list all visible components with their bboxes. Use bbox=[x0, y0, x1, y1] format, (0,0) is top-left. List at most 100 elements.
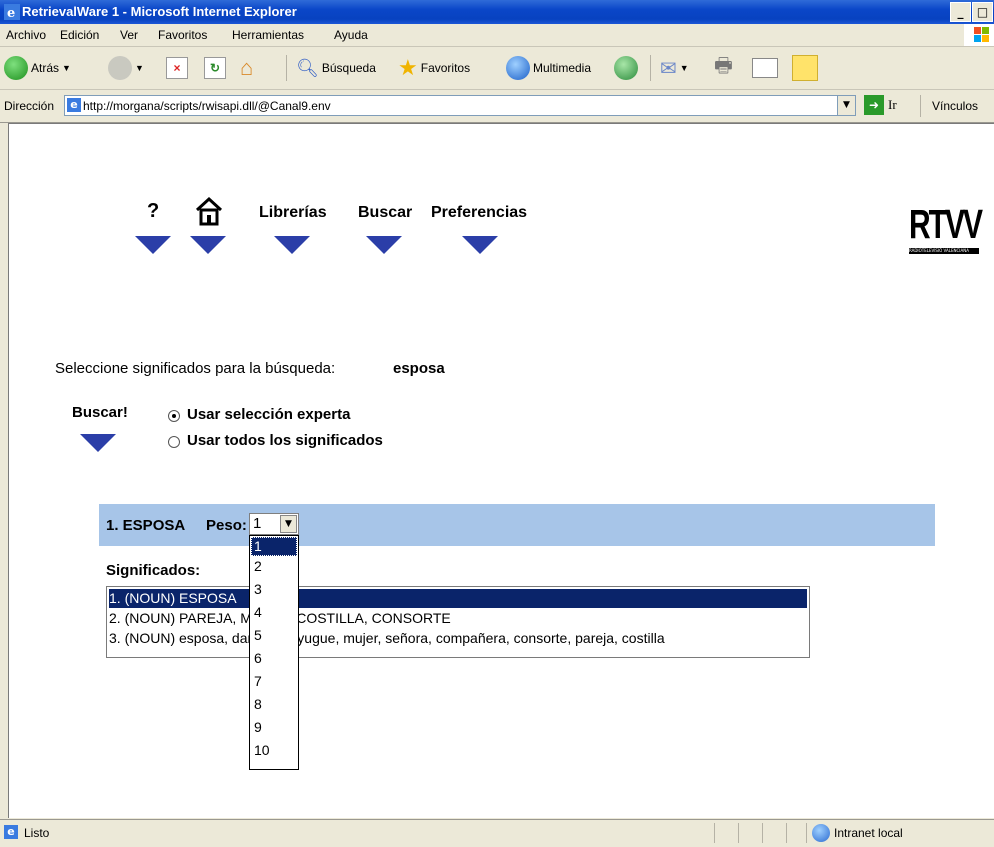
print-button[interactable]: 🖶 bbox=[714, 53, 733, 83]
libraries-arrow-icon[interactable] bbox=[274, 236, 310, 254]
list-item[interactable]: 3. (NOUN) esposa, dama, cónyugue, mujer,… bbox=[109, 629, 807, 648]
peso-option[interactable]: 5 bbox=[251, 626, 297, 645]
peso-option[interactable]: 9 bbox=[251, 718, 297, 737]
page-content: ? Librerías Buscar Preferencias RTVV RAD… bbox=[8, 123, 994, 818]
radio-expert[interactable] bbox=[168, 410, 180, 422]
chevron-down-icon: ▼ bbox=[135, 63, 144, 73]
menu-herramientas[interactable]: Herramientas bbox=[232, 28, 304, 42]
toolbar: Atrás ▼ ▼ × ↻ ⌂ 🔍︎ Búsqueda ★ Favoritos … bbox=[0, 47, 994, 90]
toolbar-separator bbox=[650, 55, 651, 81]
peso-option[interactable]: 1 bbox=[251, 537, 297, 556]
menu-ver[interactable]: Ver bbox=[120, 28, 138, 42]
back-button[interactable]: Atrás ▼ bbox=[4, 53, 71, 83]
peso-option[interactable]: 4 bbox=[251, 603, 297, 622]
buscar-label[interactable]: Buscar! bbox=[72, 404, 128, 421]
radio-all[interactable] bbox=[168, 436, 180, 448]
svg-text:e: e bbox=[7, 6, 15, 20]
search-button[interactable]: 🔍︎ Búsqueda bbox=[296, 53, 376, 83]
libraries-link[interactable]: Librerías bbox=[259, 204, 327, 222]
toolbar-separator bbox=[286, 55, 287, 81]
menu-edicion[interactable]: Edición bbox=[60, 28, 99, 42]
meanings-listbox[interactable]: 1. (NOUN) ESPOSA 2. (NOUN) PAREJA, MUJER… bbox=[106, 586, 810, 658]
mail-icon: ✉ bbox=[660, 57, 677, 80]
list-item[interactable]: 2. (NOUN) PAREJA, MUJER, COSTILLA, CONSO… bbox=[109, 609, 807, 628]
status-pane bbox=[738, 823, 739, 843]
globe-icon bbox=[812, 824, 830, 842]
peso-option[interactable]: 2 bbox=[251, 557, 297, 576]
mail-button[interactable]: ✉ ▼ bbox=[660, 53, 689, 83]
help-arrow-icon[interactable] bbox=[135, 236, 171, 254]
menu-archivo[interactable]: Archivo bbox=[6, 28, 46, 42]
search-label: Búsqueda bbox=[321, 61, 376, 75]
address-input[interactable]: e http://morgana/scripts/rwisapi.dll/@Ca… bbox=[64, 95, 856, 116]
maximize-button[interactable]: □ bbox=[972, 2, 993, 22]
history-button[interactable] bbox=[614, 53, 638, 83]
status-pane bbox=[714, 823, 715, 843]
address-bar: Dirección e http://morgana/scripts/rwisa… bbox=[0, 90, 994, 123]
home-icon[interactable] bbox=[194, 196, 224, 228]
peso-value: 1 bbox=[253, 515, 262, 532]
edit-icon bbox=[752, 58, 778, 78]
peso-option[interactable]: 8 bbox=[251, 695, 297, 714]
window-title: RetrievalWare 1 - Microsoft Internet Exp… bbox=[22, 4, 297, 19]
peso-option[interactable]: 6 bbox=[251, 649, 297, 668]
page-icon: e bbox=[67, 98, 81, 112]
peso-select[interactable]: 1 ▼ bbox=[249, 513, 299, 535]
links-button[interactable]: Vínculos bbox=[932, 99, 978, 113]
stop-icon: × bbox=[166, 57, 188, 79]
windows-logo-icon bbox=[964, 24, 994, 46]
list-item[interactable]: 1. (NOUN) ESPOSA bbox=[109, 589, 807, 608]
edit-button[interactable] bbox=[752, 53, 778, 83]
home-arrow-icon[interactable] bbox=[190, 236, 226, 254]
address-dropdown-icon[interactable]: ▼ bbox=[837, 96, 855, 115]
zone-text: Intranet local bbox=[834, 826, 903, 840]
meanings-label: Significados: bbox=[106, 562, 201, 579]
title-bar: e RetrievalWare 1 - Microsoft Internet E… bbox=[0, 0, 994, 24]
buscar-arrow-icon[interactable] bbox=[80, 434, 116, 452]
peso-dropdown-list: 1 2 3 4 5 6 7 8 9 10 bbox=[249, 535, 299, 770]
media-button[interactable]: Multimedia bbox=[506, 53, 591, 83]
peso-label: Peso: bbox=[206, 517, 247, 534]
refresh-icon: ↻ bbox=[204, 57, 226, 79]
preferences-arrow-icon[interactable] bbox=[462, 236, 498, 254]
status-pane bbox=[806, 823, 807, 843]
page-status-icon: e bbox=[4, 825, 18, 839]
search-icon: 🔍︎ bbox=[296, 57, 319, 78]
search-link[interactable]: Buscar bbox=[358, 204, 412, 222]
home-button[interactable]: ⌂ bbox=[240, 53, 253, 83]
logo-text: RTVV bbox=[909, 202, 983, 248]
note-icon bbox=[792, 55, 818, 81]
query-term: esposa bbox=[393, 360, 445, 377]
stop-button[interactable]: × bbox=[166, 53, 188, 83]
refresh-button[interactable]: ↻ bbox=[204, 53, 226, 83]
peso-option[interactable]: 7 bbox=[251, 672, 297, 691]
menu-favoritos[interactable]: Favoritos bbox=[158, 28, 207, 42]
menu-ayuda[interactable]: Ayuda bbox=[334, 28, 368, 42]
status-pane bbox=[762, 823, 763, 843]
chevron-down-icon: ▼ bbox=[62, 63, 71, 73]
status-pane bbox=[786, 823, 787, 843]
history-icon bbox=[614, 56, 638, 80]
term-label: 1. ESPOSA bbox=[106, 517, 186, 534]
minimize-button[interactable]: _ bbox=[950, 2, 971, 22]
chevron-down-icon[interactable]: ▼ bbox=[280, 515, 297, 533]
go-button[interactable]: ➜ Ir bbox=[864, 95, 897, 115]
forward-arrow-icon bbox=[108, 56, 132, 80]
preferences-link[interactable]: Preferencias bbox=[431, 204, 527, 222]
help-link[interactable]: ? bbox=[147, 200, 159, 223]
peso-option[interactable]: 3 bbox=[251, 580, 297, 599]
search-prompt: Seleccione significados para la búsqueda… bbox=[55, 360, 336, 377]
radio-expert-label: Usar selección experta bbox=[187, 406, 351, 423]
favorites-button[interactable]: ★ Favoritos bbox=[398, 53, 470, 83]
search-arrow-icon[interactable] bbox=[366, 236, 402, 254]
media-icon bbox=[506, 56, 530, 80]
back-label: Atrás bbox=[31, 61, 60, 75]
media-label: Multimedia bbox=[533, 61, 592, 75]
star-icon: ★ bbox=[398, 55, 418, 80]
menu-bar: Archivo Edición Ver Favoritos Herramient… bbox=[0, 24, 994, 47]
forward-button[interactable]: ▼ bbox=[108, 53, 144, 83]
rtvv-logo: RTVV RADIOTELEVISIÓ VALENCIANA bbox=[909, 202, 983, 254]
peso-option[interactable]: 10 bbox=[251, 741, 297, 760]
address-separator bbox=[920, 95, 921, 117]
discuss-button[interactable] bbox=[792, 53, 818, 83]
